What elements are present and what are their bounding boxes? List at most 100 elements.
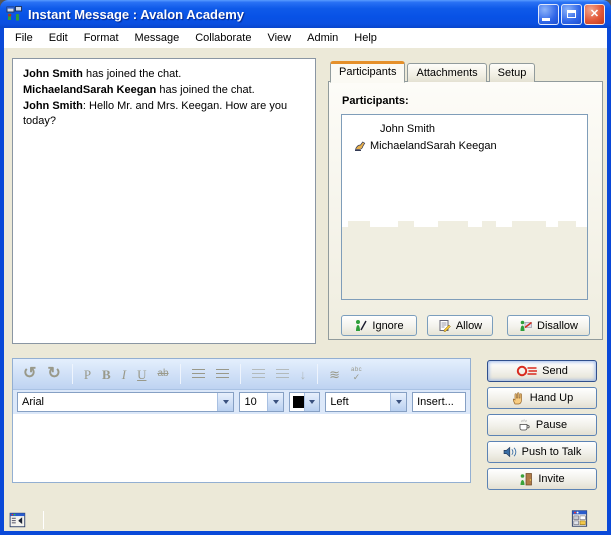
button-label: Ignore — [372, 320, 403, 332]
send-button[interactable]: Send — [487, 360, 597, 382]
hand-raised-icon — [354, 140, 366, 152]
tab-setup[interactable]: Setup — [489, 63, 536, 82]
chat-message: John Smith has joined the chat. — [23, 67, 303, 82]
chat-sender: MichaelandSarah Keegan — [23, 84, 156, 96]
toolbar-separator — [180, 364, 181, 384]
minimize-button[interactable] — [538, 4, 559, 25]
outdent-icon[interactable] — [252, 369, 265, 380]
insert-select[interactable]: Insert... — [412, 392, 466, 412]
participant-name: MichaelandSarah Keegan — [370, 140, 497, 152]
ignore-button[interactable]: Ignore — [341, 315, 417, 336]
bullet-list-icon[interactable] — [216, 369, 229, 380]
title-bar[interactable]: Instant Message : Avalon Academy ✕ — [0, 0, 611, 28]
allow-note-icon — [438, 319, 451, 332]
disallow-person-icon — [519, 319, 532, 332]
menu-file[interactable]: File — [7, 30, 41, 46]
format-options-row: Arial 10 Left Insert... — [13, 390, 470, 414]
chat-message: John Smith: Hello Mr. and Mrs. Keegan. H… — [23, 99, 303, 129]
hand-up-button[interactable]: Hand Up — [487, 387, 597, 409]
disallow-button[interactable]: Disallow — [507, 315, 590, 336]
tab-participants[interactable]: Participants — [330, 61, 405, 83]
underline-icon[interactable]: U — [137, 368, 146, 381]
send-whoosh-icon — [516, 365, 537, 377]
push-to-talk-button[interactable]: Push to Talk — [487, 441, 597, 463]
tab-strip: Participants Attachments Setup — [330, 60, 537, 82]
participants-panel: Participants: John Smith MichaelandSarah… — [328, 81, 603, 340]
bold-icon[interactable]: B — [102, 368, 111, 381]
spellcheck-icon[interactable]: abc ✓ — [351, 367, 362, 382]
toolbar-separator — [317, 364, 318, 384]
tab-attachments[interactable]: Attachments — [407, 63, 486, 82]
toolbar-separator — [72, 364, 73, 384]
close-button[interactable]: ✕ — [584, 4, 605, 25]
menu-bar: File Edit Format Message Collaborate Vie… — [4, 28, 607, 48]
button-label: Invite — [538, 473, 564, 485]
close-icon: ✕ — [590, 9, 599, 20]
client-area: File Edit Format Message Collaborate Vie… — [4, 28, 607, 531]
numbered-list-icon[interactable] — [192, 369, 205, 380]
font-size-select[interactable]: 10 — [239, 392, 284, 412]
indent-icon[interactable] — [276, 369, 289, 380]
strikethrough-icon[interactable]: ab — [157, 369, 168, 379]
toolbar-separator — [240, 364, 241, 384]
chevron-down-icon[interactable] — [390, 393, 406, 411]
chevron-down-icon[interactable] — [304, 393, 319, 411]
chat-sender: John Smith — [23, 68, 83, 80]
person-door-icon — [519, 472, 533, 486]
menu-admin[interactable]: Admin — [299, 30, 346, 46]
pause-button[interactable]: Pause — [487, 414, 597, 436]
list-item[interactable]: John Smith — [380, 123, 435, 135]
compose-area: ↺ ↻ P B I U ab ↓ ≋ abc ✓ — [12, 358, 471, 483]
button-label: Send — [542, 365, 568, 377]
chat-text: has joined the chat. — [83, 68, 181, 80]
chat-display[interactable]: John Smith has joined the chat. Michaela… — [12, 58, 316, 344]
list-item[interactable]: MichaelandSarah Keegan — [354, 140, 497, 152]
undo-icon[interactable]: ↺ — [23, 366, 36, 382]
minimize-icon — [542, 18, 550, 21]
coffee-cup-icon — [517, 418, 531, 432]
button-label: Pause — [536, 419, 567, 431]
statusbar-separator — [43, 511, 44, 529]
align-select[interactable]: Left — [325, 392, 407, 412]
redo-icon[interactable]: ↻ — [47, 366, 60, 382]
invite-button[interactable]: Invite — [487, 468, 597, 490]
chevron-down-icon[interactable] — [267, 393, 283, 411]
button-label: Disallow — [537, 320, 578, 332]
format-toolbar: ↺ ↻ P B I U ab ↓ ≋ abc ✓ — [13, 359, 470, 390]
freehand-icon[interactable]: ≋ — [329, 368, 340, 381]
ignore-person-icon — [354, 319, 367, 332]
menu-format[interactable]: Format — [76, 30, 127, 46]
button-label: Push to Talk — [522, 446, 582, 458]
italic-icon[interactable]: I — [122, 368, 126, 381]
layout-panel-icon[interactable] — [570, 509, 589, 528]
chat-message: MichaelandSarah Keegan has joined the ch… — [23, 83, 303, 98]
color-swatch — [293, 396, 304, 408]
font-color-select[interactable] — [289, 392, 320, 412]
window-title: Instant Message : Avalon Academy — [28, 7, 538, 22]
app-window: Instant Message : Avalon Academy ✕ File … — [0, 0, 611, 535]
render-artifact — [342, 227, 587, 299]
participant-name: John Smith — [380, 123, 435, 135]
chevron-down-icon[interactable] — [217, 393, 233, 411]
participants-heading: Participants: — [342, 95, 409, 107]
font-select[interactable]: Arial — [17, 392, 234, 412]
hand-icon — [511, 391, 525, 405]
chat-sender: John Smith — [23, 100, 83, 112]
insert-down-icon[interactable]: ↓ — [300, 368, 307, 381]
menu-edit[interactable]: Edit — [41, 30, 76, 46]
message-input[interactable] — [13, 414, 470, 482]
paragraph-icon[interactable]: P — [84, 368, 91, 381]
app-icon — [6, 6, 23, 22]
chat-text: has joined the chat. — [156, 84, 254, 96]
audio-panel-icon[interactable] — [9, 511, 27, 529]
menu-help[interactable]: Help — [346, 30, 385, 46]
button-label: Hand Up — [530, 392, 573, 404]
menu-message[interactable]: Message — [127, 30, 188, 46]
window-controls: ✕ — [538, 4, 605, 25]
participants-list[interactable]: John Smith MichaelandSarah Keegan — [341, 114, 588, 300]
menu-collaborate[interactable]: Collaborate — [187, 30, 259, 46]
menu-view[interactable]: View — [259, 30, 299, 46]
maximize-icon — [567, 10, 576, 18]
allow-button[interactable]: Allow — [427, 315, 493, 336]
maximize-button[interactable] — [561, 4, 582, 25]
